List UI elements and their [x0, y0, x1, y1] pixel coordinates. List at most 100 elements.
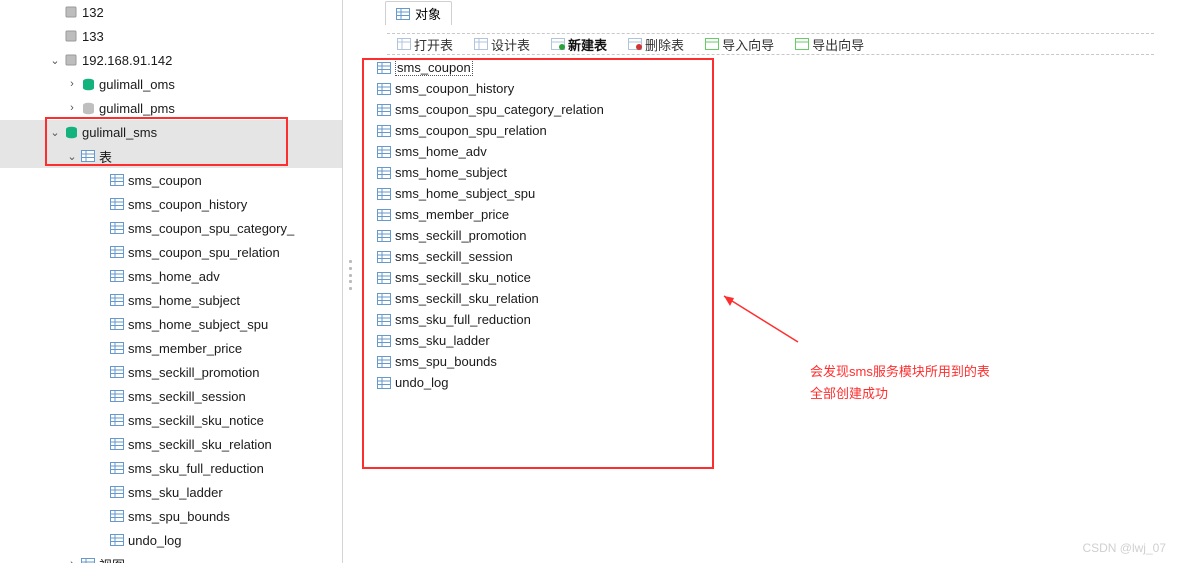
list-item[interactable]: sms_sku_full_reduction [377, 309, 1184, 330]
list-item[interactable]: sms_member_price [377, 204, 1184, 225]
list-item[interactable]: sms_coupon [377, 57, 1184, 78]
tab-objects[interactable]: 对象 [385, 1, 452, 25]
table-icon [377, 377, 391, 389]
expand-arrow[interactable]: ⌄ [65, 150, 79, 163]
tree-label: sms_seckill_promotion [128, 365, 260, 380]
list-item[interactable]: sms_seckill_promotion [377, 225, 1184, 246]
table-icon [377, 125, 391, 137]
list-label: undo_log [395, 375, 449, 390]
tree-label: sms_coupon_history [128, 197, 247, 212]
expand-arrow[interactable]: › [65, 78, 79, 90]
list-item[interactable]: sms_home_adv [377, 141, 1184, 162]
tree-label: gulimall_sms [82, 125, 157, 140]
tab-label: 对象 [415, 4, 441, 23]
tree-label: 192.168.91.142 [82, 53, 172, 68]
table-icon [108, 390, 126, 402]
tab-bar: 对象 [357, 0, 1184, 25]
tree-table-item[interactable]: sms_sku_full_reduction [0, 456, 342, 480]
tree-table-item[interactable]: sms_coupon [0, 168, 342, 192]
list-item[interactable]: sms_coupon_history [377, 78, 1184, 99]
list-item[interactable]: sms_seckill_session [377, 246, 1184, 267]
table-icon [377, 230, 391, 242]
list-label: sms_home_adv [395, 144, 487, 159]
list-item[interactable]: sms_coupon_spu_relation [377, 120, 1184, 141]
list-item[interactable]: sms_sku_ladder [377, 330, 1184, 351]
tree-item[interactable]: ›132 [0, 0, 342, 24]
table-icon [108, 438, 126, 450]
tree-label: sms_coupon [128, 173, 202, 188]
tree-table-item[interactable]: sms_coupon_history [0, 192, 342, 216]
tree-item[interactable]: ⌄ gulimall_sms [0, 120, 342, 144]
tree-item[interactable]: › gulimall_oms [0, 72, 342, 96]
tree-label: sms_home_adv [128, 269, 220, 284]
splitter-handle[interactable] [343, 0, 357, 563]
tree-table-item[interactable]: sms_seckill_session [0, 384, 342, 408]
table-icon [108, 246, 126, 258]
list-item[interactable]: sms_spu_bounds [377, 351, 1184, 372]
table-icon [377, 335, 391, 347]
table-icon [396, 8, 410, 20]
tree-table-item[interactable]: sms_sku_ladder [0, 480, 342, 504]
table-icon [377, 167, 391, 179]
toolbar-export[interactable]: 导出向导 [785, 34, 874, 54]
tree-table-item[interactable]: sms_home_subject_spu [0, 312, 342, 336]
table-icon [377, 272, 391, 284]
tree-table-item[interactable]: sms_seckill_promotion [0, 360, 342, 384]
tree-table-item[interactable]: sms_member_price [0, 336, 342, 360]
list-label: sms_sku_full_reduction [395, 312, 531, 327]
tree-table-item[interactable]: undo_log [0, 528, 342, 552]
tree-table-item[interactable]: sms_coupon_spu_category_ [0, 216, 342, 240]
tree-label: 表 [99, 147, 112, 166]
db-green-icon [62, 126, 80, 139]
node-icon [62, 30, 80, 42]
tree-label: sms_spu_bounds [128, 509, 230, 524]
expand-arrow[interactable]: ⌄ [48, 126, 62, 139]
tree-table-item[interactable]: sms_home_subject [0, 288, 342, 312]
tree-table-item[interactable]: sms_seckill_sku_notice [0, 408, 342, 432]
table-icon [79, 150, 97, 162]
toolbar-design-table[interactable]: 设计表 [464, 34, 540, 54]
tree-item[interactable]: ›gulimall_pms [0, 96, 342, 120]
toolbar-import[interactable]: 导入向导 [695, 34, 784, 54]
tree-table-item[interactable]: sms_spu_bounds [0, 504, 342, 528]
table-icon [377, 146, 391, 158]
table-icon [377, 62, 391, 74]
tree-label: sms_home_subject [128, 293, 240, 308]
expand-arrow[interactable]: ⌄ [48, 54, 62, 67]
list-item[interactable]: sms_seckill_sku_relation [377, 288, 1184, 309]
table-icon [108, 198, 126, 210]
list-label: sms_seckill_sku_notice [395, 270, 531, 285]
expand-arrow[interactable]: › [65, 102, 79, 114]
toolbar-delete-table[interactable]: 删除表 [618, 34, 694, 54]
tree-item[interactable]: ⌄ 192.168.91.142 [0, 48, 342, 72]
list-label: sms_home_subject [395, 165, 507, 180]
list-item[interactable]: sms_seckill_sku_notice [377, 267, 1184, 288]
table-icon [108, 486, 126, 498]
table-icon [108, 510, 126, 522]
tree-table-item[interactable]: sms_coupon_spu_relation [0, 240, 342, 264]
tree-label: sms_seckill_session [128, 389, 246, 404]
tree-table-item[interactable]: sms_home_adv [0, 264, 342, 288]
list-item[interactable]: sms_home_subject_spu [377, 183, 1184, 204]
list-item[interactable]: undo_log [377, 372, 1184, 393]
tree-label: sms_seckill_sku_relation [128, 437, 272, 452]
toolbar-new-table[interactable]: 新建表 [541, 34, 617, 54]
toolbar-open-table[interactable]: 打开表 [387, 34, 463, 54]
tree-label: gulimall_oms [99, 77, 175, 92]
list-label: sms_member_price [395, 207, 509, 222]
table-icon [377, 209, 391, 221]
tree-label: sms_member_price [128, 341, 242, 356]
list-item[interactable]: sms_coupon_spu_category_relation [377, 99, 1184, 120]
view-icon [79, 558, 97, 563]
node-icon [62, 54, 80, 66]
list-label: sms_coupon [395, 59, 473, 76]
table-icon [108, 318, 126, 330]
toolbar: 打开表 设计表 新建表 删除表 导入向导 导出向导 [387, 33, 1154, 55]
tree-item[interactable]: ⌄表 [0, 144, 342, 168]
list-label: sms_spu_bounds [395, 354, 497, 369]
tree-item[interactable]: ›视图 [0, 552, 342, 563]
tree-table-item[interactable]: sms_seckill_sku_relation [0, 432, 342, 456]
tree-item[interactable]: ›133 [0, 24, 342, 48]
list-item[interactable]: sms_home_subject [377, 162, 1184, 183]
expand-arrow[interactable]: › [65, 558, 79, 563]
